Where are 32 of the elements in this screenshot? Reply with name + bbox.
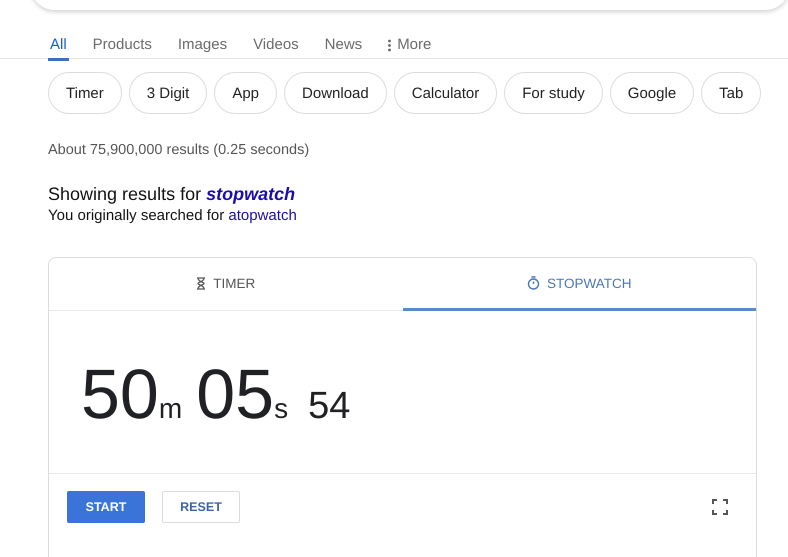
search-tab[interactable]: Images bbox=[176, 36, 230, 61]
filter-chip[interactable]: Download bbox=[284, 72, 387, 114]
filter-chip[interactable]: Tab bbox=[701, 72, 762, 114]
seconds-value: 05 bbox=[196, 359, 274, 429]
filter-chip[interactable]: Google bbox=[610, 72, 694, 114]
hundredths-value: 54 bbox=[308, 385, 350, 428]
filter-chip[interactable]: App bbox=[214, 72, 278, 114]
start-button[interactable]: START bbox=[67, 491, 145, 523]
search-tab[interactable]: More bbox=[386, 36, 434, 61]
widget-tab[interactable]: TIMER bbox=[49, 258, 402, 311]
widget-tab[interactable]: STOPWATCH bbox=[402, 258, 756, 311]
filter-chip[interactable]: Calculator bbox=[394, 72, 498, 114]
hourglass-icon bbox=[196, 276, 206, 290]
filter-chip[interactable]: 3 Digit bbox=[128, 72, 208, 114]
minutes-unit: m bbox=[158, 393, 182, 425]
more-icon bbox=[388, 39, 392, 52]
showing-results-text: Showing results for bbox=[48, 184, 202, 204]
search-tab[interactable]: News bbox=[322, 36, 364, 61]
original-query-link[interactable]: atopwatch bbox=[228, 207, 297, 224]
result-stats: About 75,900,000 results (0.25 seconds) bbox=[48, 142, 310, 158]
search-tab[interactable]: Videos bbox=[251, 36, 301, 61]
search-tab[interactable]: Products bbox=[90, 36, 154, 61]
search-tab[interactable]: All bbox=[48, 36, 69, 61]
stopwatch-icon bbox=[526, 276, 540, 290]
corrected-query-link[interactable]: stopwatch bbox=[206, 184, 296, 204]
original-query-text: You originally searched for bbox=[48, 207, 226, 224]
seconds-unit: s bbox=[274, 393, 288, 425]
filter-chip[interactable]: For study bbox=[504, 72, 603, 114]
minutes-value: 50 bbox=[81, 359, 159, 429]
fullscreen-icon[interactable] bbox=[712, 499, 728, 515]
filter-chip[interactable]: Timer bbox=[48, 72, 122, 114]
reset-button[interactable]: RESET bbox=[162, 491, 240, 523]
